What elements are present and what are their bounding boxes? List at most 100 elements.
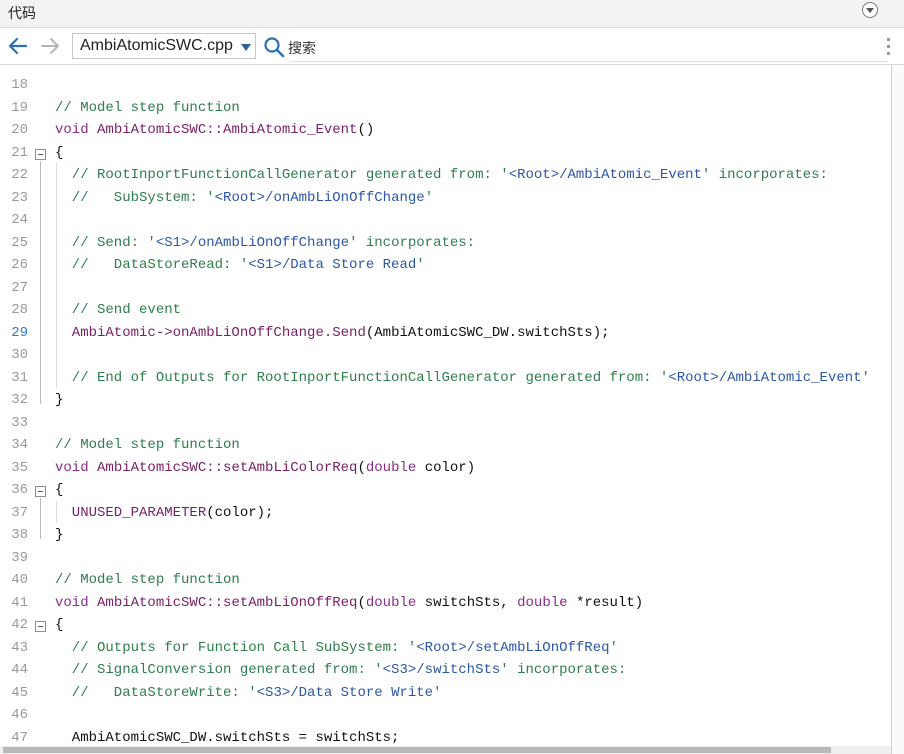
code-token: <S3>/Data Store Write [256, 684, 434, 701]
code-token: AmbiAtomicSWC::setAmbLiOnOffReq [97, 594, 358, 611]
code-line[interactable]: AmbiAtomic->onAmbLiOnOffChange.Send(Ambi… [55, 325, 610, 341]
line-number: 41 [11, 594, 28, 611]
code-token: void [55, 594, 98, 611]
code-token: } [55, 392, 64, 408]
line-number: 25 [11, 234, 28, 251]
line-number: 33 [11, 414, 28, 431]
fold-range-line [40, 160, 41, 404]
code-line[interactable]: UNUSED_PARAMETER(color); [55, 505, 274, 521]
line-number: 27 [11, 279, 28, 296]
code-token: // Model step function [55, 572, 240, 588]
code-line[interactable]: // End of Outputs for RootInportFunction… [55, 370, 870, 386]
code-line[interactable]: AmbiAtomicSWC_DW.switchSts = switchSts; [55, 730, 400, 746]
vertical-scrollbar[interactable] [892, 65, 904, 754]
code-token: () [357, 122, 375, 138]
search-input[interactable]: 搜索 [288, 38, 316, 58]
code-token: double [365, 459, 417, 476]
line-number: 38 [11, 527, 28, 543]
chevron-down-icon[interactable] [862, 2, 878, 18]
panel-titlebar: 代码 [0, 0, 904, 28]
code-token: ' [609, 639, 618, 656]
fold-toggle-icon[interactable] [35, 148, 46, 160]
line-number: 47 [11, 729, 28, 746]
code-line[interactable]: // SignalConversion generated from: '<S3… [55, 662, 627, 678]
horizontal-scrollbar[interactable] [0, 746, 891, 754]
code-line[interactable]: void AmbiAtomicSWC::setAmbLiOnOffReq(dou… [55, 595, 643, 611]
line-number: 36 [11, 482, 28, 498]
code-line[interactable]: // RootInportFunctionCallGenerator gener… [55, 167, 828, 183]
code-token: // Send: ' [55, 234, 156, 251]
code-token: ' incorporates: [349, 234, 476, 251]
code-line[interactable]: { [55, 482, 63, 498]
code-token: <S1>/onAmbLiOnOffChange [155, 234, 350, 251]
code-line[interactable]: // SubSystem: '<Root>/onAmbLiOnOffChange… [55, 190, 433, 206]
code-token: ' incorporates: [500, 662, 627, 678]
code-token: // SignalConversion generated from: ' [55, 662, 383, 678]
line-number: 18 [11, 77, 28, 93]
code-token: ( [357, 459, 366, 476]
code-token: // Model step function [55, 437, 240, 453]
code-token: <Root>/onAmbLiOnOffChange [214, 189, 425, 206]
code-token: { [55, 144, 64, 161]
code-line[interactable]: // Model step function [55, 572, 240, 588]
code-line[interactable]: } [55, 392, 63, 408]
code-token: void [55, 122, 98, 138]
code-token: color) [416, 459, 476, 476]
line-number-gutter: 18 19 20 21 22 23 24 25 26 27 28 29 30 31 32 33 34 35 36 37… [0, 65, 52, 754]
arrow-left-icon[interactable] [6, 34, 30, 58]
editor-toolbar: AmbiAtomicSWC.cpp 搜索 [0, 28, 904, 65]
line-number: 23 [11, 189, 28, 206]
panel-title: 代码 [8, 5, 36, 21]
code-token: switchSts, [416, 594, 518, 611]
code-line[interactable]: // Model step function [55, 437, 240, 453]
code-token: <Root>/AmbiAtomic_Event [508, 167, 702, 183]
line-number: 34 [11, 437, 28, 453]
line-number: 42 [11, 617, 28, 633]
code-token: ( [357, 594, 366, 611]
line-number: 45 [11, 684, 28, 701]
horizontal-scrollbar-thumb[interactable] [3, 747, 831, 753]
code-token: { [55, 617, 64, 633]
code-line[interactable]: void AmbiAtomicSWC::setAmbLiColorReq(dou… [55, 460, 475, 476]
code-token: // DataStoreRead: ' [55, 257, 249, 273]
line-number: 26 [11, 257, 28, 273]
code-line[interactable]: // DataStoreWrite: '<S3>/Data Store Writ… [55, 684, 442, 701]
line-number: 28 [11, 302, 28, 318]
search-underline [290, 61, 888, 62]
chevron-down-icon [241, 44, 251, 51]
code-token: <Root>/AmbiAtomic_Event [668, 369, 862, 386]
code-token: ' [416, 257, 425, 273]
code-line[interactable]: { [55, 145, 63, 161]
code-token: double [517, 594, 568, 611]
indent-guide [56, 163, 57, 388]
code-token: double [365, 594, 417, 611]
code-token: ' incorporates: [701, 167, 828, 183]
fold-toggle-icon[interactable] [35, 486, 46, 497]
code-token: AmbiAtomicSWC::setAmbLiColorReq [97, 459, 358, 476]
code-line[interactable]: // DataStoreRead: '<S1>/Data Store Read' [55, 257, 425, 273]
search-icon[interactable] [263, 36, 285, 58]
code-line[interactable]: { [55, 617, 63, 633]
line-number: 35 [11, 459, 28, 476]
code-line[interactable]: // Send: '<S1>/onAmbLiOnOffChange' incor… [55, 235, 475, 251]
code-token: // SubSystem: ' [55, 189, 215, 206]
code-line[interactable]: } [55, 527, 63, 543]
code-token: ' [861, 369, 870, 386]
fold-toggle-icon[interactable] [35, 621, 46, 632]
arrow-right-icon[interactable] [38, 34, 62, 58]
file-selector[interactable]: AmbiAtomicSWC.cpp [72, 33, 256, 59]
code-token: // Send event [55, 302, 182, 318]
code-token: <S1>/Data Store Read [248, 257, 417, 273]
code-line[interactable]: // Outputs for Function Call SubSystem: … [55, 640, 618, 656]
code-line[interactable]: // Send event [55, 302, 181, 318]
code-token: // Outputs for Function Call SubSystem: … [55, 639, 417, 656]
code-line[interactable]: // Model step function [55, 100, 240, 116]
code-token: void [55, 459, 98, 476]
code-line[interactable]: void AmbiAtomicSWC::AmbiAtomic_Event() [55, 122, 374, 138]
code-editor[interactable]: 18 19 20 21 22 23 24 25 26 27 28 29 30 31 32 33 34 35 36 37… [0, 65, 892, 754]
code-token: // End of Outputs for RootInportFunction… [55, 369, 669, 386]
more-options-icon[interactable] [887, 38, 891, 56]
line-number: 21 [11, 144, 28, 161]
line-number: 37 [11, 504, 28, 521]
code-token: <Root>/setAmbLiOnOffReq [416, 639, 610, 656]
